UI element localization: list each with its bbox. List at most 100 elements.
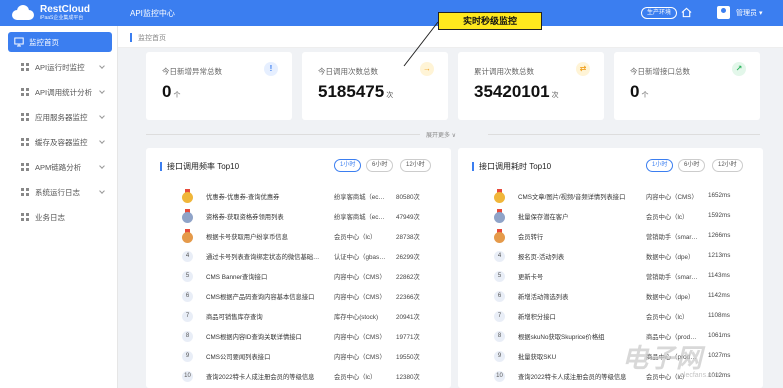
grid-icon [20, 212, 30, 222]
api-group: 营销助手（smar… [646, 234, 698, 241]
api-group: 数据中心（dpe） [646, 254, 695, 261]
stat-value: 5185475 次 [318, 82, 394, 101]
table-row[interactable]: 9 批量获取SKU 商品中心（prod… 1027ms [458, 348, 763, 365]
chevron-down-icon [99, 188, 105, 194]
sidebar-item-label: API调用统计分析 [35, 87, 93, 97]
user-menu[interactable]: 管理员 ▾ [736, 8, 762, 18]
grid-icon [20, 112, 30, 122]
metric-value: 1061ms [708, 332, 731, 339]
api-name: 通过卡号列表查询绑定状态的微信基础… [206, 254, 320, 261]
table-row[interactable]: 5 更新卡号 营销助手（smar… 1143ms [458, 268, 763, 285]
metric-value: 19771次 [396, 334, 420, 341]
api-name: 新增活动筛选列表 [518, 294, 569, 301]
api-group: 营销助手（smar… [646, 274, 698, 281]
home-icon[interactable] [681, 7, 692, 18]
chevron-down-icon [99, 88, 105, 94]
avatar[interactable] [717, 6, 730, 19]
table-row[interactable]: 5 CMS Banner查询接口 内容中心（CMS） 22862次 [146, 268, 451, 285]
top-bar: RestCloud iPaaS企业集成平台 API监控中心 生产环境 管理员 ▾ [0, 0, 783, 26]
metric-value: 28738次 [396, 234, 420, 241]
grid-icon [20, 137, 30, 147]
api-name: 批量保存潜在客户 [518, 214, 569, 221]
table-row[interactable]: 4 通过卡号列表查询绑定状态的微信基础… 认证中心（gbas… 26299次 [146, 248, 451, 265]
breadcrumb-text[interactable]: 监控首页 [138, 33, 166, 43]
metric-value: 1266ms [708, 232, 731, 239]
table-row[interactable]: 6 CMS根据产品码查询内容基本信息接口 内容中心（CMS） 22366次 [146, 288, 451, 305]
table-row[interactable]: 资格券-获取资格券领用列表 纷享客商城（ec… 47949次 [146, 208, 451, 225]
rank-badge: 5 [182, 271, 193, 282]
api-name: 商品可销售库存查询 [206, 314, 263, 321]
sidebar-item-label: 缓存及容器监控 [35, 137, 88, 147]
api-group: 数据中心（dpe） [646, 294, 695, 301]
chevron-down-icon [99, 138, 105, 144]
table-row[interactable]: 8 根据skuNo获取Skuprice价格组 商品中心（prod… 1061ms [458, 328, 763, 345]
table-row[interactable]: CMS文章/图片/视频/音频详情列表接口 内容中心（CMS） 1652ms [458, 188, 763, 205]
metric-value: 1108ms [708, 312, 730, 319]
api-name: 新增积分接口 [518, 314, 556, 321]
medal-icon [181, 209, 194, 223]
monitor-icon [14, 37, 24, 47]
stat-card-new-errors: 今日新增异常总数 0个 ! [146, 52, 292, 120]
panel-title: 接口调用耗时 Top10 [472, 162, 551, 171]
filter-1h[interactable]: 1小时 [646, 159, 674, 172]
sidebar-item-cache[interactable]: 缓存及容器监控 [0, 132, 118, 152]
filter-6h[interactable]: 6小时 [366, 159, 394, 172]
sidebar: 监控首页 API运行时监控 API调用统计分析 应用服务器监控 缓存及容器监控 … [0, 26, 118, 388]
api-group: 库存中心(stock) [334, 314, 379, 321]
api-name: CMS文章/图片/视频/音频详情列表接口 [518, 194, 626, 201]
panel-title: 接口调用频率 Top10 [160, 162, 239, 171]
filter-1h[interactable]: 1小时 [334, 159, 362, 172]
table-row[interactable]: 10 查询2022特卡人成注册会员的等级信息 会员中心（lc） 12380次 [146, 368, 451, 385]
sidebar-item-label: API运行时监控 [35, 62, 85, 72]
sidebar-item-label: 系统运行日志 [35, 187, 80, 197]
expand-more-link[interactable]: 展开更多 ∨ [426, 130, 456, 139]
logo[interactable]: RestCloud iPaaS企业集成平台 [10, 3, 90, 21]
sidebar-item-bizlog[interactable]: 业务日志 [0, 207, 118, 227]
metric-value: 12380次 [396, 374, 420, 381]
sidebar-item-apm[interactable]: APM链路分析 [0, 157, 118, 177]
api-name: 批量获取SKU [518, 354, 557, 361]
api-group: 会员中心（lc） [646, 214, 689, 221]
app-title: API监控中心 [130, 9, 175, 18]
annotation-callout: 实时秒级监控 [438, 12, 542, 30]
api-name: CMS根据内容ID查询关联详情接口 [206, 334, 302, 341]
medal-icon [181, 189, 194, 203]
environment-badge[interactable]: 生产环境 [641, 7, 678, 19]
cloud-logo-icon [10, 3, 36, 21]
stat-card-total-calls: 累计调用次数总数 35420101 次 ⇄ [458, 52, 604, 120]
rank-badge: 9 [494, 351, 505, 362]
api-name: CMS公司要闻列表接口 [206, 354, 271, 361]
table-row[interactable]: 8 CMS根据内容ID查询关联详情接口 内容中心（CMS） 19771次 [146, 328, 451, 345]
filter-6h[interactable]: 6小时 [678, 159, 706, 172]
api-group: 纷享客商城（ec… [334, 214, 385, 221]
sidebar-item-home[interactable]: 监控首页 [8, 32, 112, 52]
filter-12h[interactable]: 12小时 [712, 159, 743, 172]
rank-badge: 4 [182, 251, 193, 262]
table-row[interactable]: 6 新增活动筛选列表 数据中心（dpe） 1142ms [458, 288, 763, 305]
table-row[interactable]: 9 CMS公司要闻列表接口 内容中心（CMS） 19550次 [146, 348, 451, 365]
api-group: 认证中心（gbas… [334, 254, 386, 261]
table-row[interactable]: 4 报名页-活动列表 数据中心（dpe） 1213ms [458, 248, 763, 265]
sidebar-item-stats[interactable]: API调用统计分析 [0, 82, 118, 102]
table-row[interactable]: 根据卡号获取用户纷享币信息 会员中心（lc） 28738次 [146, 228, 451, 245]
api-group: 内容中心（CMS） [334, 274, 386, 281]
table-row[interactable]: 会员转行 营销助手（smar… 1266ms [458, 228, 763, 245]
filter-12h[interactable]: 12小时 [400, 159, 431, 172]
api-name: 优惠券-优惠券-查询优惠券 [206, 194, 280, 201]
api-name: CMS根据产品码查询内容基本信息接口 [206, 294, 315, 301]
api-group: 纷享客商城（ec… [334, 194, 385, 201]
breadcrumb-marker [130, 33, 132, 42]
table-row[interactable]: 优惠券-优惠券-查询优惠券 纷享客商城（ec… 80580次 [146, 188, 451, 205]
table-row[interactable]: 批量保存潜在客户 会员中心（lc） 1592ms [458, 208, 763, 225]
sidebar-item-app-server[interactable]: 应用服务器监控 [0, 107, 118, 127]
table-row[interactable]: 7 新增积分接口 会员中心（lc） 1108ms [458, 308, 763, 325]
medal-icon [493, 209, 506, 223]
table-row[interactable]: 7 商品可销售库存查询 库存中心(stock) 20941次 [146, 308, 451, 325]
api-group: 会员中心（lc） [334, 374, 377, 381]
api-name: 更新卡号 [518, 274, 544, 281]
sidebar-item-syslog[interactable]: 系统运行日志 [0, 182, 118, 202]
arrow-right-icon: → [420, 62, 434, 76]
chevron-down-icon [99, 113, 105, 119]
metric-value: 19550次 [396, 354, 420, 361]
sidebar-item-runtime[interactable]: API运行时监控 [0, 57, 118, 77]
